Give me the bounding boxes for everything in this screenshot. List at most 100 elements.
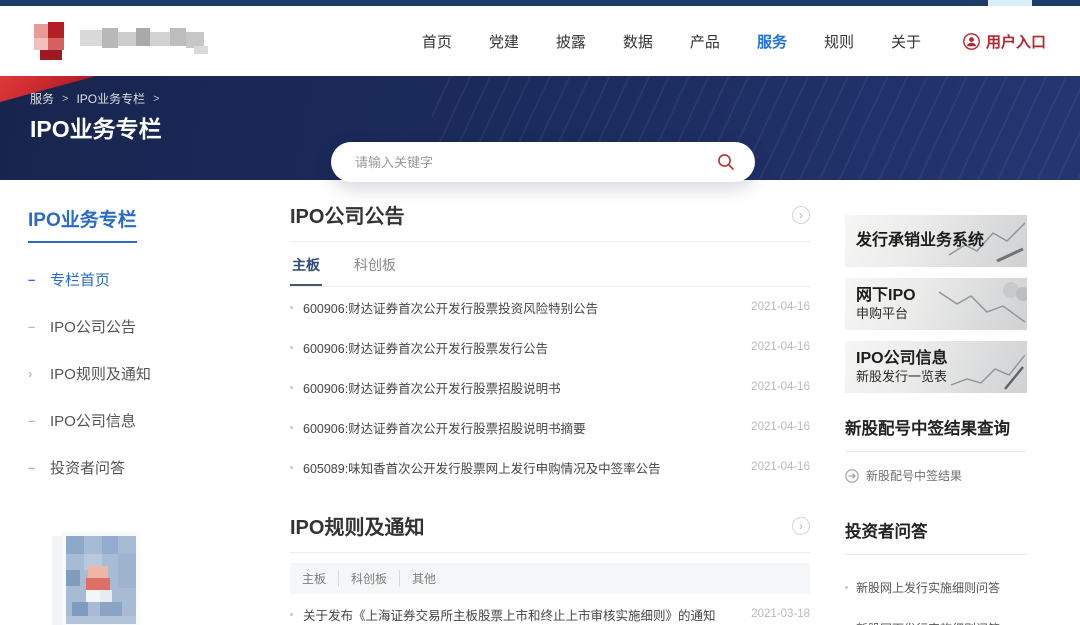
- banner-label: 网下IPO: [856, 286, 1027, 306]
- announcement-link[interactable]: 600906:财达证券首次公开发行股票招股说明书摘要 2021-04-16: [290, 407, 810, 447]
- nav-services[interactable]: 服务: [757, 31, 787, 52]
- tab-star-market[interactable]: 科创板: [352, 244, 398, 286]
- announcement-link[interactable]: 600906:财达证券首次公开发行股票投资风险特别公告 2021-04-16: [290, 287, 810, 327]
- sidebar-item-label: 专栏首页: [50, 269, 110, 290]
- tab-star-market[interactable]: 科创板: [339, 570, 400, 587]
- announcement-title: 605089:味知香首次公开发行股票网上发行申购情况及中签率公告: [303, 458, 661, 477]
- dash-icon: –: [28, 319, 40, 334]
- banner-label: IPO公司信息: [856, 349, 1027, 369]
- dash-icon: –: [28, 272, 40, 287]
- lottery-result-link[interactable]: 新股配号中签结果: [845, 467, 1027, 484]
- more-chevron-icon[interactable]: ›: [792, 206, 810, 224]
- qa-link-label: 新股网下发行实施细则问答: [856, 620, 1000, 625]
- banner-sublabel: 新股发行一览表: [856, 369, 1027, 386]
- page-title: IPO业务专栏: [30, 110, 162, 144]
- search-bar: [331, 142, 755, 182]
- tab-main-board[interactable]: 主板: [302, 570, 339, 587]
- announcement-title: 600906:财达证券首次公开发行股票发行公告: [303, 338, 548, 357]
- sidebar-item-investor-qa[interactable]: – 投资者问答: [28, 457, 268, 478]
- site-header: 首页 党建 披露 数据 产品 服务 规则 关于 用户入口: [0, 6, 1080, 76]
- sidebar-menu: – 专栏首页 – IPO公司公告 › IPO规则及通知 – IPO公司信息 – …: [28, 269, 268, 478]
- nav-party[interactable]: 党建: [489, 31, 519, 52]
- user-icon: [963, 33, 980, 50]
- sidebar-item-label: IPO公司信息: [50, 410, 136, 431]
- search-button[interactable]: [715, 151, 737, 173]
- sidebar-item-ipo-company-info[interactable]: – IPO公司信息: [28, 410, 268, 431]
- nav-data[interactable]: 数据: [623, 31, 653, 52]
- bullet-dot: [290, 346, 293, 349]
- banner-ipo-company-info[interactable]: IPO公司信息 新股发行一览表: [845, 341, 1027, 393]
- section-title: IPO规则及通知: [290, 511, 424, 540]
- dash-icon: –: [28, 413, 40, 428]
- announcement-list: 600906:财达证券首次公开发行股票投资风险特别公告 2021-04-16 6…: [290, 287, 810, 487]
- qa-section-title: 投资者问答: [845, 518, 1027, 555]
- qa-link[interactable]: 新股网下发行实施细则问答: [845, 620, 1027, 625]
- logo-pixelated[interactable]: [28, 18, 228, 64]
- sidebar-item-label: IPO公司公告: [50, 316, 136, 337]
- section-ipo-announcements: IPO公司公告 › 主板 科创板 600906:财达证券首次公开发行股票投资风险…: [290, 200, 810, 487]
- bullet-dot: [290, 613, 293, 616]
- section-ipo-rules: IPO规则及通知 › 主板 科创板 其他 关于发布《上海证券交易所主板股票上市和…: [290, 511, 810, 625]
- qa-list: 新股网上发行实施细则问答 新股网下发行实施细则问答: [845, 579, 1027, 625]
- bullet-dot: [290, 306, 293, 309]
- announcement-link[interactable]: 600906:财达证券首次公开发行股票招股说明书 2021-04-16: [290, 367, 810, 407]
- sidebar-item-column-home[interactable]: – 专栏首页: [28, 269, 268, 290]
- announcement-title: 600906:财达证券首次公开发行股票投资风险特别公告: [303, 298, 598, 317]
- chevron-right-icon: ›: [28, 366, 40, 381]
- search-input[interactable]: [355, 155, 715, 170]
- left-sidebar: IPO业务专栏 – 专栏首页 – IPO公司公告 › IPO规则及通知 – IP…: [28, 205, 268, 625]
- lottery-section-title: 新股配号中签结果查询: [845, 415, 1027, 452]
- breadcrumb-ipo-column[interactable]: IPO业务专栏: [76, 90, 145, 107]
- sidebar-illustration-pixelated: [42, 522, 152, 625]
- sidebar-item-label: 投资者问答: [50, 457, 125, 478]
- main-content: IPO公司公告 › 主板 科创板 600906:财达证券首次公开发行股票投资风险…: [290, 200, 810, 625]
- rule-title: 关于发布《上海证券交易所主板股票上市和终止上市审核实施细则》的通知: [303, 605, 716, 624]
- nav-products[interactable]: 产品: [690, 31, 720, 52]
- announcement-title: 600906:财达证券首次公开发行股票招股说明书: [303, 378, 561, 397]
- banner-sublabel: 申购平台: [856, 306, 1027, 323]
- nav-about[interactable]: 关于: [891, 31, 921, 52]
- more-chevron-icon[interactable]: ›: [792, 517, 810, 535]
- sidebar-item-ipo-announcements[interactable]: – IPO公司公告: [28, 316, 268, 337]
- banner-offline-ipo-platform[interactable]: 网下IPO 申购平台: [845, 278, 1027, 330]
- user-entry-button[interactable]: 用户入口: [963, 31, 1046, 52]
- nav-home[interactable]: 首页: [422, 31, 452, 52]
- investor-qa-section: 投资者问答 新股网上发行实施细则问答 新股网下发行实施细则问答: [845, 518, 1027, 625]
- qa-link-label: 新股网上发行实施细则问答: [856, 579, 1000, 596]
- user-entry-label: 用户入口: [986, 31, 1046, 52]
- banner-underwriting-system[interactable]: 发行承销业务系统: [845, 215, 1027, 267]
- breadcrumb: 服务 > IPO业务专栏 >: [30, 90, 160, 107]
- chevron-right-icon: >: [62, 93, 68, 105]
- rule-date: 2021-03-18: [739, 608, 810, 620]
- chevron-right-icon: >: [153, 93, 159, 105]
- rules-list: 关于发布《上海证券交易所主板股票上市和终止上市审核实施细则》的通知 2021-0…: [290, 594, 810, 625]
- bullet-dot: [290, 386, 293, 389]
- banner-label: 发行承销业务系统: [856, 231, 1027, 251]
- rule-link[interactable]: 关于发布《上海证券交易所主板股票上市和终止上市审核实施细则》的通知 2021-0…: [290, 594, 810, 625]
- sidebar-item-label: IPO规则及通知: [50, 363, 151, 384]
- tab-other[interactable]: 其他: [400, 570, 448, 587]
- tab-main-board[interactable]: 主板: [290, 244, 322, 286]
- announcement-tabs: 主板 科创板: [290, 244, 810, 287]
- bullet-dot: [845, 586, 848, 589]
- breadcrumb-services[interactable]: 服务: [30, 90, 54, 107]
- right-sidebar: 发行承销业务系统 网下IPO 申购平台 IPO公司信息 新股发行一览表 新股配号…: [845, 215, 1027, 625]
- announcement-link[interactable]: 600906:财达证券首次公开发行股票发行公告 2021-04-16: [290, 327, 810, 367]
- dash-icon: –: [28, 460, 40, 475]
- sidebar-title[interactable]: IPO业务专栏: [28, 205, 137, 243]
- lottery-link-label: 新股配号中签结果: [866, 467, 962, 484]
- nav-rules[interactable]: 规则: [824, 31, 854, 52]
- qa-link[interactable]: 新股网上发行实施细则问答: [845, 579, 1027, 596]
- bullet-dot: [290, 426, 293, 429]
- announcement-title: 600906:财达证券首次公开发行股票招股说明书摘要: [303, 418, 586, 437]
- section-title: IPO公司公告: [290, 200, 404, 229]
- sidebar-item-ipo-rules[interactable]: › IPO规则及通知: [28, 363, 268, 384]
- announcement-date: 2021-04-16: [739, 421, 810, 433]
- announcement-date: 2021-04-16: [739, 341, 810, 353]
- main-nav: 首页 党建 披露 数据 产品 服务 规则 关于: [422, 31, 921, 52]
- lottery-result-section: 新股配号中签结果查询 新股配号中签结果: [845, 415, 1027, 484]
- announcement-date: 2021-04-16: [739, 461, 810, 473]
- nav-disclosure[interactable]: 披露: [556, 31, 586, 52]
- announcement-link[interactable]: 605089:味知香首次公开发行股票网上发行申购情况及中签率公告 2021-04…: [290, 447, 810, 487]
- search-icon: [717, 153, 735, 171]
